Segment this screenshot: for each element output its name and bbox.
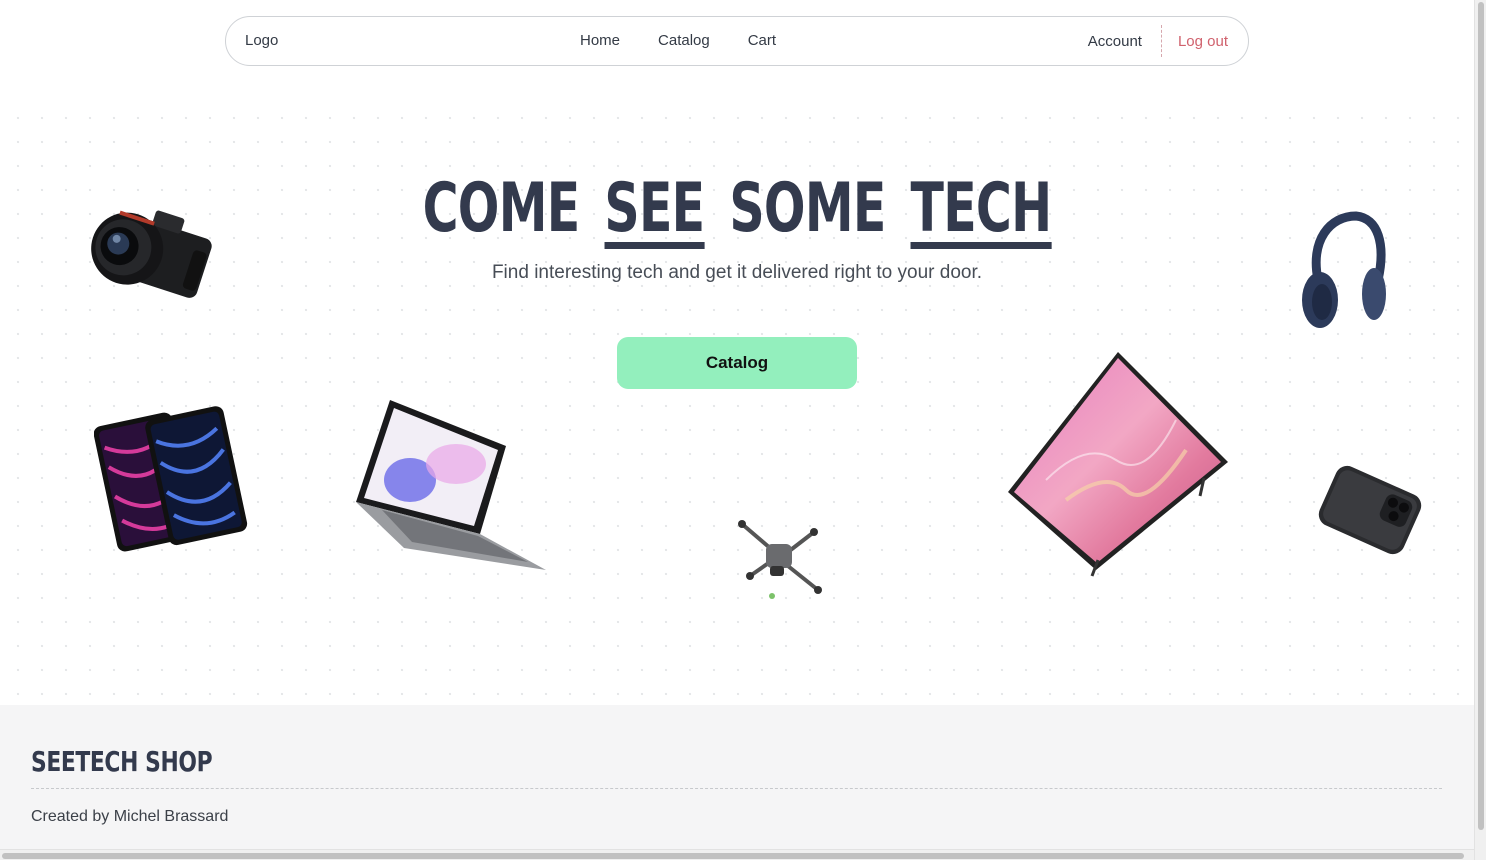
- phone-image: [1318, 465, 1422, 555]
- footer-credit: Created by Michel Brassard: [31, 808, 229, 825]
- headline-word-tech: TECH: [910, 169, 1052, 249]
- horizontal-scrollbar-thumb[interactable]: [2, 853, 1464, 859]
- logo[interactable]: Logo: [245, 32, 278, 49]
- site-footer: SEETECH SHOP Created by Michel Brassard: [0, 705, 1474, 860]
- vertical-scrollbar[interactable]: [1474, 0, 1486, 860]
- top-navigation: Logo Home Catalog Cart Account Log out: [225, 16, 1249, 66]
- logout-link[interactable]: Log out: [1178, 33, 1228, 50]
- vertical-scrollbar-thumb[interactable]: [1478, 2, 1484, 830]
- page: Logo Home Catalog Cart Account Log out C…: [0, 0, 1486, 860]
- footer-divider: [31, 788, 1442, 789]
- nav-account-area: Account Log out: [1088, 25, 1228, 57]
- headline-word-some: SOME: [729, 169, 886, 248]
- camera-image: [91, 210, 212, 298]
- nav-links: Home Catalog Cart: [580, 32, 776, 49]
- nav-link-cart[interactable]: Cart: [748, 32, 776, 49]
- footer-brand: SEETECH SHOP: [31, 745, 213, 778]
- nav-link-catalog[interactable]: Catalog: [658, 32, 710, 49]
- catalog-button[interactable]: Catalog: [617, 337, 857, 389]
- headphones-image: [1302, 211, 1386, 328]
- horizontal-scrollbar[interactable]: [0, 849, 1474, 860]
- hero-section: COME SEE SOME TECH Find interesting tech…: [0, 100, 1474, 705]
- drone-image: [738, 520, 822, 599]
- headline-word-come: COME: [422, 169, 581, 248]
- account-link[interactable]: Account: [1088, 33, 1142, 50]
- headline-word-see: SEE: [604, 169, 705, 249]
- nav-divider: [1160, 25, 1162, 57]
- tablets-image: [94, 406, 248, 552]
- hero-subtitle: Find interesting tech and get it deliver…: [491, 262, 983, 283]
- tv-image: [1008, 352, 1228, 577]
- nav-link-home[interactable]: Home: [580, 32, 620, 49]
- hero-headline: COME SEE SOME TECH: [206, 171, 1267, 249]
- laptop-image: [356, 400, 546, 570]
